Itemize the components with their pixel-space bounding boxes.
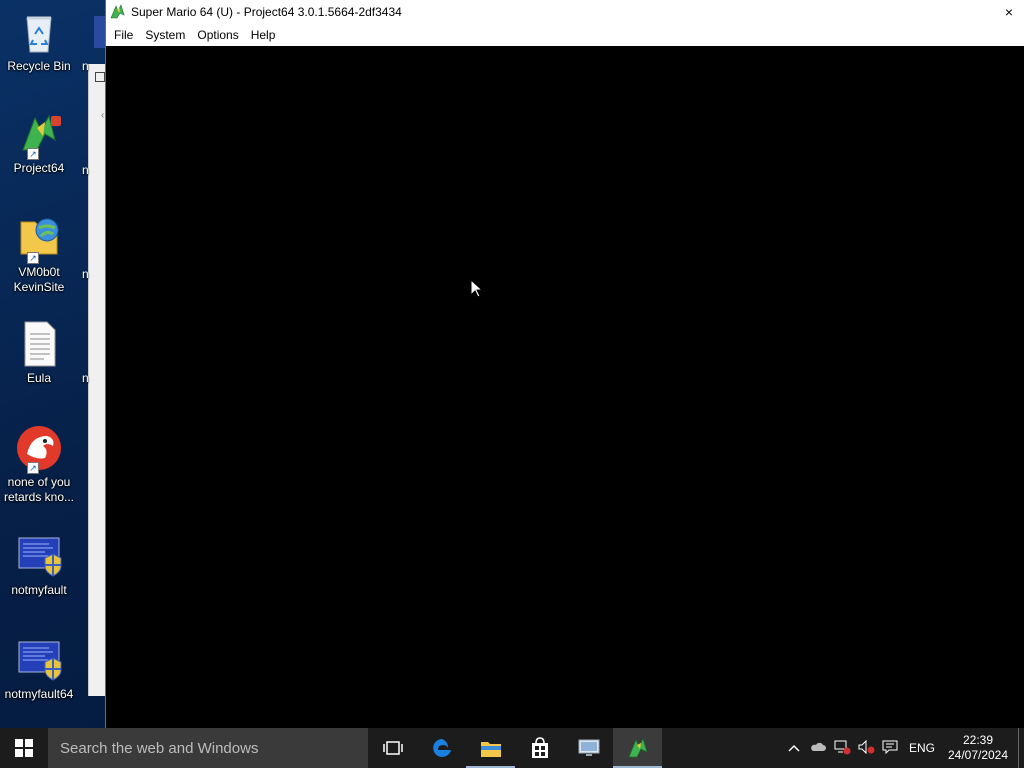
icon-label: none of you retards kno... — [3, 475, 75, 504]
recycle-bin-icon — [15, 8, 63, 56]
task-view-icon — [382, 741, 403, 755]
icon-label: Recycle Bin — [7, 59, 71, 73]
edge-icon — [432, 739, 451, 757]
menu-file[interactable]: File — [108, 28, 139, 42]
partial-icon-label: n — [82, 59, 89, 73]
notmyfault64-icon — [15, 636, 63, 684]
emulator-display[interactable] — [106, 46, 1024, 728]
shortcut-arrow-icon: ↗ — [27, 148, 39, 160]
task-view-button[interactable] — [368, 728, 417, 768]
remote-desktop-button[interactable] — [564, 728, 613, 768]
taskbar-search-box[interactable]: Search the web and Windows — [48, 728, 368, 768]
clock-date: 24/07/2024 — [947, 748, 1009, 762]
desktop-icon-recycle-bin[interactable]: Recycle Bin — [2, 8, 76, 74]
project64-icon: ↗ — [15, 110, 63, 160]
desktop-icon-notmyfault[interactable]: notmyfault — [2, 532, 76, 598]
icon-label: VM0b0t KevinSite — [13, 265, 65, 294]
windows-logo-icon — [15, 739, 33, 757]
store-icon — [531, 737, 548, 758]
store-button[interactable] — [515, 728, 564, 768]
partial-icon-label: n — [82, 267, 89, 281]
search-placeholder: Search the web and Windows — [60, 739, 259, 757]
desktop-icon-none-of-you[interactable]: ↗ none of you retards kno... — [2, 424, 76, 505]
back-arrow-icon: ‹ — [101, 110, 105, 121]
desktop-icon-notmyfault64[interactable]: notmyfault64 — [2, 636, 76, 702]
icon-label: Eula — [26, 371, 52, 385]
mouse-cursor-icon — [470, 279, 484, 298]
menu-options[interactable]: Options — [191, 28, 244, 42]
desktop-icon-eula[interactable]: Eula — [2, 320, 76, 386]
desktop: ‹ n n n n Recycle Bin ↗ Project64 ↗ VM0b… — [0, 0, 1024, 728]
icon-label: notmyfault64 — [4, 687, 74, 701]
window-restore-icon — [95, 72, 105, 82]
onedrive-cloud-icon[interactable] — [806, 741, 830, 755]
action-center-icon[interactable] — [878, 740, 902, 757]
file-explorer-button[interactable] — [466, 728, 515, 768]
taskbar: Search the web and Windows ENG 22:39 24/… — [0, 728, 1024, 768]
start-button[interactable] — [0, 728, 48, 768]
volume-muted-icon[interactable] — [854, 739, 878, 758]
system-tray: ENG 22:39 24/07/2024 — [782, 728, 1024, 768]
clock-time: 22:39 — [962, 733, 994, 747]
network-warning-icon[interactable] — [830, 739, 854, 758]
shortcut-arrow-icon: ↗ — [27, 252, 39, 264]
icon-label: notmyfault — [11, 583, 67, 597]
remote-desktop-icon — [578, 739, 599, 756]
window-title: Super Mario 64 (U) - Project64 3.0.1.566… — [131, 5, 402, 19]
project64-window[interactable]: Super Mario 64 (U) - Project64 3.0.1.566… — [105, 0, 1024, 728]
menu-system[interactable]: System — [139, 28, 191, 42]
project64-taskbar-button[interactable] — [613, 728, 662, 768]
shortcut-arrow-icon: ↗ — [27, 462, 39, 474]
window-titlebar[interactable]: Super Mario 64 (U) - Project64 3.0.1.566… — [106, 0, 1024, 24]
partial-icon-label: n — [82, 163, 89, 177]
icon-label: Project64 — [13, 161, 65, 175]
folder-icon — [480, 742, 501, 757]
red-dinosaur-icon: ↗ — [15, 424, 63, 474]
project64-app-icon — [110, 4, 125, 19]
desktop-icon-vm0b0t-kevinsite[interactable]: ↗ VM0b0t KevinSite — [2, 214, 76, 295]
web-shortcut-icon: ↗ — [15, 214, 63, 264]
show-hidden-icons-chevron-icon[interactable] — [782, 741, 806, 755]
taskbar-apps — [368, 728, 662, 768]
notmyfault-icon — [15, 532, 63, 580]
show-desktop-button[interactable] — [1018, 728, 1024, 768]
project64-taskbar-icon — [627, 737, 648, 758]
close-button[interactable]: × — [994, 4, 1024, 20]
menu-help[interactable]: Help — [245, 28, 282, 42]
clock[interactable]: 22:39 24/07/2024 — [942, 733, 1014, 763]
text-document-icon — [15, 320, 63, 368]
edge-button[interactable] — [417, 728, 466, 768]
menu-bar: File System Options Help — [106, 24, 1024, 46]
desktop-icon-project64[interactable]: ↗ Project64 — [2, 110, 76, 176]
language-indicator[interactable]: ENG — [902, 741, 942, 755]
partial-icon-label: n — [82, 371, 89, 385]
